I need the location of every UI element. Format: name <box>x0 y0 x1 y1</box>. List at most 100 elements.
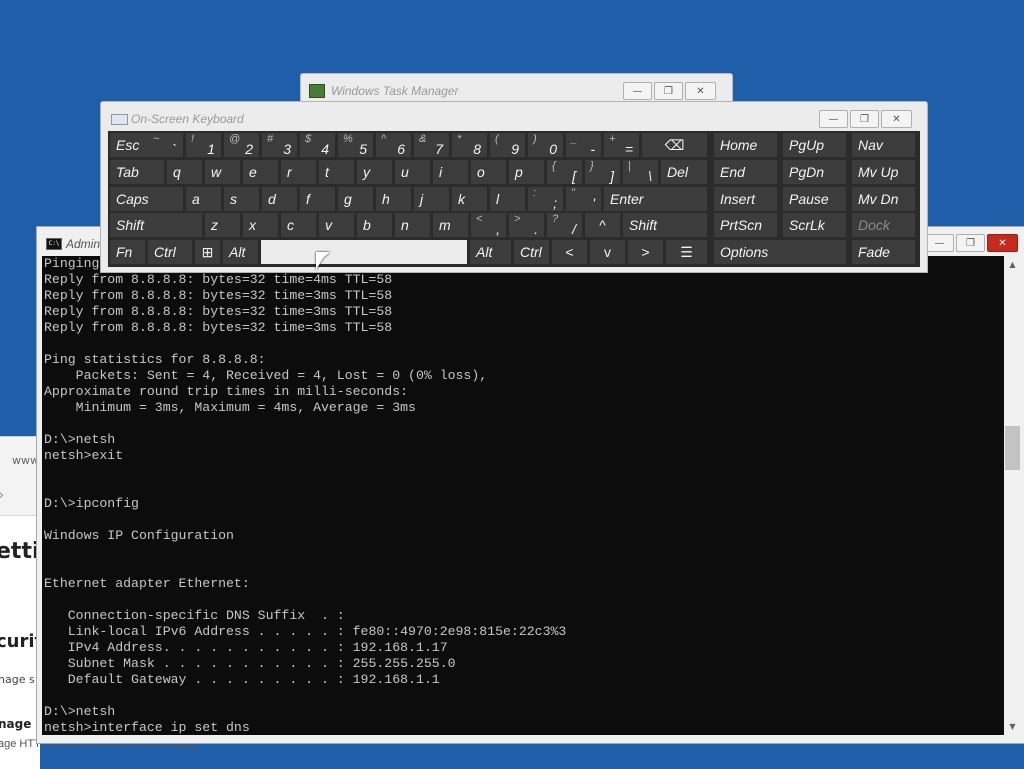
key-d4[interactable]: $4 <box>300 133 335 157</box>
key-alt[interactable]: Alt <box>223 240 258 264</box>
key-tab[interactable]: Tab <box>110 160 164 184</box>
background-browser-window[interactable]: www › ettir curit nage s nage <box>0 436 40 769</box>
cmd-close-button[interactable]: ✕ <box>987 234 1018 252</box>
key-lb[interactable]: {[ <box>547 160 582 184</box>
key-left[interactable]: < <box>552 240 587 264</box>
key-quote[interactable]: " ' <box>566 187 601 211</box>
key-ctrl[interactable]: Ctrl <box>148 240 192 264</box>
task-manager-close-button[interactable]: ✕ <box>685 82 716 100</box>
key-home[interactable]: Home <box>714 133 777 157</box>
key-caps[interactable]: Caps <box>110 187 183 211</box>
key-pgdn[interactable]: PgDn <box>783 160 846 184</box>
osk-close-button[interactable]: ✕ <box>881 110 912 128</box>
key-a[interactable]: a <box>186 187 221 211</box>
key-slash[interactable]: ? / <box>547 213 582 237</box>
key-w[interactable]: w <box>205 160 240 184</box>
cmd-maximize-button[interactable]: ❐ <box>956 234 985 252</box>
on-screen-keyboard-window[interactable]: On-Screen Keyboard — ❐ ✕ Esc ~ `! 1 @2 #3 $4% 5… <box>100 101 928 273</box>
scroll-thumb[interactable] <box>1005 426 1020 470</box>
key-t[interactable]: t <box>319 160 354 184</box>
key-bs[interactable]: | \ <box>623 160 658 184</box>
key-s[interactable]: s <box>224 187 259 211</box>
key-win[interactable]: ⊞ <box>195 240 220 264</box>
key-d9[interactable]: (9 <box>490 133 525 157</box>
key-u[interactable]: u <box>395 160 430 184</box>
key-rb[interactable]: }] <box>585 160 620 184</box>
key-up[interactable]: ^ <box>585 213 620 237</box>
key-f[interactable]: f <box>300 187 335 211</box>
command-prompt-window[interactable]: C:\ Admin — ❐ ✕ Pinging Reply from 8.8.8… <box>36 226 1024 744</box>
key-v[interactable]: v <box>319 213 354 237</box>
task-manager-maximize-button[interactable]: ❐ <box>654 82 683 100</box>
cmd-minimize-button[interactable]: — <box>925 234 954 252</box>
key-fade[interactable]: Fade <box>852 240 915 264</box>
key-i[interactable]: i <box>433 160 468 184</box>
key-minus[interactable]: _ - <box>566 133 601 157</box>
key-fn[interactable]: Fn <box>110 240 145 264</box>
console-output[interactable]: Pinging Reply from 8.8.8.8: bytes=32 tim… <box>42 256 1004 735</box>
key-down[interactable]: v <box>590 240 625 264</box>
key-mvdn[interactable]: Mv Dn <box>852 187 915 211</box>
key-end[interactable]: End <box>714 160 777 184</box>
key-r[interactable]: r <box>281 160 316 184</box>
key-d[interactable]: d <box>262 187 297 211</box>
key-h[interactable]: h <box>376 187 411 211</box>
key-d2[interactable]: @2 <box>224 133 259 157</box>
key-ctrl_r[interactable]: Ctrl <box>514 240 549 264</box>
key-d8[interactable]: * 8 <box>452 133 487 157</box>
osk-minimize-button[interactable]: — <box>819 110 848 128</box>
key-scrlk[interactable]: ScrLk <box>783 213 846 237</box>
task-manager-minimize-button[interactable]: — <box>623 82 652 100</box>
key-j[interactable]: j <box>414 187 449 211</box>
key-b[interactable]: b <box>357 213 392 237</box>
key-c[interactable]: c <box>281 213 316 237</box>
key-tilde[interactable]: ~ ` <box>148 133 183 157</box>
key-enter[interactable]: Enter <box>604 187 707 211</box>
key-menu[interactable]: ☰ <box>666 240 707 264</box>
key-z[interactable]: z <box>205 213 240 237</box>
key-pgup[interactable]: PgUp <box>783 133 846 157</box>
key-nav[interactable]: Nav <box>852 133 915 157</box>
key-backspace[interactable]: ⌫ <box>642 133 707 157</box>
key-eq[interactable]: + = <box>604 133 639 157</box>
key-shift_r[interactable]: Shift <box>623 213 707 237</box>
key-period[interactable]: >. <box>509 213 544 237</box>
key-alt_r[interactable]: Alt <box>470 240 511 264</box>
key-d3[interactable]: #3 <box>262 133 297 157</box>
key-insert[interactable]: Insert <box>714 187 777 211</box>
key-prtscn[interactable]: PrtScn <box>714 213 777 237</box>
key-x[interactable]: x <box>243 213 278 237</box>
key-e[interactable]: e <box>243 160 278 184</box>
key-shift[interactable]: Shift <box>110 213 202 237</box>
key-mvup[interactable]: Mv Up <box>852 160 915 184</box>
key-d0[interactable]: ) 0 <box>528 133 563 157</box>
key-l[interactable]: l <box>490 187 525 211</box>
key-g[interactable]: g <box>338 187 373 211</box>
key-esc[interactable]: Esc <box>110 133 149 157</box>
browser-forward-icon[interactable]: › <box>0 485 4 504</box>
key-pause[interactable]: Pause <box>783 187 846 211</box>
key-options[interactable]: Options <box>714 240 846 264</box>
key-d1[interactable]: ! 1 <box>186 133 221 157</box>
console-scrollbar[interactable]: ▲ ▼ <box>1004 256 1021 735</box>
key-n[interactable]: n <box>395 213 430 237</box>
key-k[interactable]: k <box>452 187 487 211</box>
key-m[interactable]: m <box>433 213 468 237</box>
key-d7[interactable]: & 7 <box>414 133 449 157</box>
key-semi[interactable]: :; <box>528 187 563 211</box>
key-space[interactable] <box>261 240 467 264</box>
key-p[interactable]: p <box>509 160 544 184</box>
browser-url[interactable]: www <box>12 454 39 467</box>
osk-maximize-button[interactable]: ❐ <box>850 110 879 128</box>
key-comma[interactable]: <, <box>471 213 506 237</box>
key-y[interactable]: y <box>357 160 392 184</box>
key-q[interactable]: q <box>167 160 202 184</box>
key-del[interactable]: Del <box>661 160 707 184</box>
key-dock[interactable]: Dock <box>852 213 915 237</box>
key-o[interactable]: o <box>471 160 506 184</box>
key-d5[interactable]: % 5 <box>338 133 373 157</box>
scroll-up-icon[interactable]: ▲ <box>1004 256 1021 273</box>
scroll-down-icon[interactable]: ▼ <box>1004 718 1021 735</box>
key-right[interactable]: > <box>628 240 663 264</box>
key-d6[interactable]: ^ 6 <box>376 133 411 157</box>
